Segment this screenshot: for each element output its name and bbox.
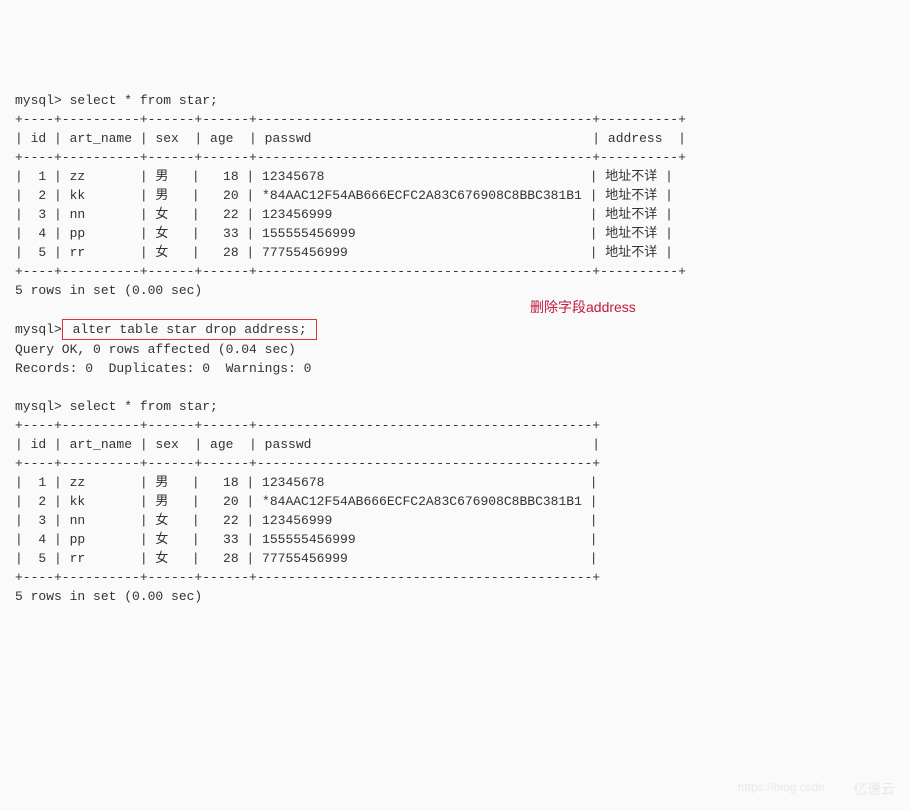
query-3: select * from star; [70, 399, 218, 414]
prompt: mysql> [15, 399, 62, 414]
terminal-output: mysql> select * from star; +----+-------… [15, 91, 895, 606]
annotation-label: 删除字段address [530, 298, 636, 317]
table1-header: | id | art_name | sex | age | passwd | a… [15, 131, 686, 146]
query-1: select * from star; [70, 93, 218, 108]
watermark-logo: 亿速云 [853, 780, 895, 799]
prompt: mysql> [15, 322, 62, 337]
prompt-line-1: mysql> select * from star; [15, 93, 218, 108]
query2-result-2: Records: 0 Duplicates: 0 Warnings: 0 [15, 361, 311, 376]
table2-sep-bot: +----+----------+------+------+---------… [15, 570, 600, 585]
prompt-line-3: mysql> select * from star; [15, 399, 218, 414]
rows-msg-1: 5 rows in set (0.00 sec) [15, 283, 202, 298]
table1-rows: | 1 | zz | 男 | 18 | 12345678 | 地址不详 | | … [15, 169, 673, 260]
table1-sep-mid: +----+----------+------+------+---------… [15, 150, 686, 165]
table1-sep-top: +----+----------+------+------+---------… [15, 112, 686, 127]
table2-sep-top: +----+----------+------+------+---------… [15, 418, 600, 433]
table1-sep-bot: +----+----------+------+------+---------… [15, 264, 686, 279]
query2-result-1: Query OK, 0 rows affected (0.04 sec) [15, 342, 296, 357]
rows-msg-2: 5 rows in set (0.00 sec) [15, 589, 202, 604]
table2-sep-mid: +----+----------+------+------+---------… [15, 456, 600, 471]
alter-query-highlight: alter table star drop address; [62, 319, 318, 340]
prompt-line-2: mysql> alter table star drop address; [15, 322, 317, 337]
table2-rows: | 1 | zz | 男 | 18 | 12345678 | | 2 | kk … [15, 475, 598, 566]
table2-header: | id | art_name | sex | age | passwd | [15, 437, 600, 452]
watermark-url: https://blog.csdn [738, 778, 825, 797]
prompt: mysql> [15, 93, 62, 108]
